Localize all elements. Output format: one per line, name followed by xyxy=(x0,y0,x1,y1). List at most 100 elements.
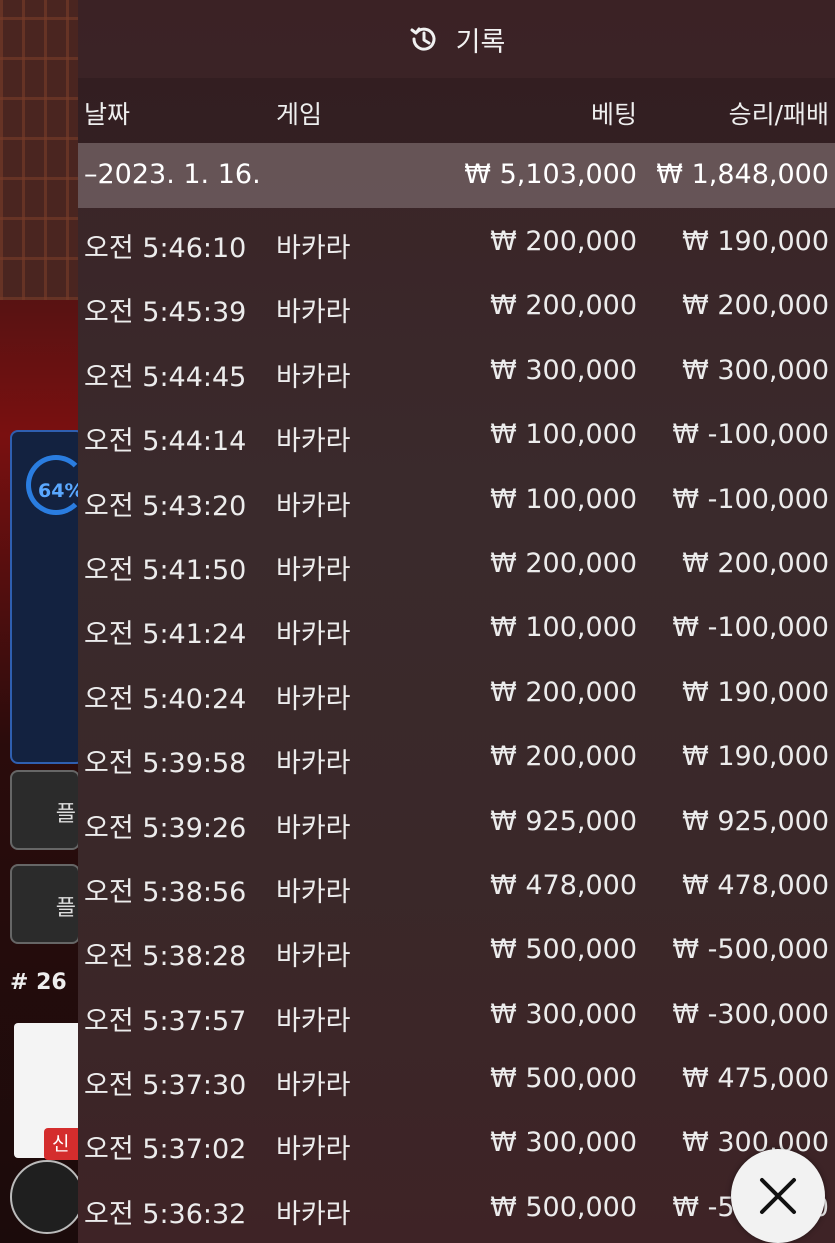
date-summary-row[interactable]: –2023. 1. 16. ₩ 5,103,000 ₩ 1,848,000 xyxy=(78,143,835,208)
progress-percent: 64% xyxy=(38,480,84,502)
side-button-2[interactable]: 플 xyxy=(10,864,80,944)
summary-result: ₩ 1,848,000 xyxy=(656,159,829,190)
row-game: 바카라 xyxy=(276,297,351,329)
row-result: ₩ 190,000 xyxy=(682,226,829,257)
chip-button[interactable] xyxy=(10,1160,84,1234)
history-row[interactable]: 오전 5:43:20 바카라 ₩ 100,000 ₩ -100,000 xyxy=(78,466,835,530)
decorative-lattice xyxy=(0,0,80,300)
history-row[interactable]: 오전 5:36:32 바카라 ₩ 500,000 ₩ -500,000 xyxy=(78,1174,835,1238)
row-game: 바카라 xyxy=(276,1198,351,1230)
row-game: 바카라 xyxy=(276,426,351,458)
row-time: 오전 5:37:02 xyxy=(84,1134,247,1166)
row-bet: ₩ 300,000 xyxy=(490,998,637,1030)
history-list: 오전 5:46:10 바카라 ₩ 200,000 ₩ 190,000 오전 5:… xyxy=(78,208,835,1238)
row-time: 오전 5:40:24 xyxy=(84,683,247,715)
row-result: ₩ 475,000 xyxy=(682,1063,829,1095)
row-game: 바카라 xyxy=(276,1005,351,1037)
history-row[interactable]: 오전 5:39:26 바카라 ₩ 925,000 ₩ 925,000 xyxy=(78,788,835,852)
history-row[interactable]: 오전 5:40:24 바카라 ₩ 200,000 ₩ 190,000 xyxy=(78,659,835,723)
history-header: 기록 xyxy=(78,0,835,78)
history-row[interactable]: 오전 5:37:57 바카라 ₩ 300,000 ₩ -300,000 xyxy=(78,981,835,1045)
row-bet: ₩ 200,000 xyxy=(490,290,637,322)
row-time: 오전 5:41:50 xyxy=(84,554,247,586)
row-time: 오전 5:37:57 xyxy=(84,1005,247,1037)
row-result: ₩ 190,000 xyxy=(682,741,829,773)
row-game: 바카라 xyxy=(276,941,351,973)
row-game: 바카라 xyxy=(276,748,351,780)
row-result: ₩ 925,000 xyxy=(682,805,829,837)
close-icon xyxy=(760,1178,796,1214)
row-bet: ₩ 300,000 xyxy=(490,1127,637,1159)
row-game: 바카라 xyxy=(276,683,351,715)
column-result: 승리/패배 xyxy=(728,100,829,129)
history-row[interactable]: 오전 5:44:14 바카라 ₩ 100,000 ₩ -100,000 xyxy=(78,401,835,465)
column-bet: 베팅 xyxy=(590,100,637,129)
row-time: 오전 5:46:10 xyxy=(84,233,247,264)
row-time: 오전 5:44:45 xyxy=(84,361,247,393)
row-game: 바카라 xyxy=(276,1070,351,1102)
row-bet: ₩ 200,000 xyxy=(490,226,637,257)
round-number: # 26 xyxy=(10,970,67,995)
history-row[interactable]: 오전 5:38:28 바카라 ₩ 500,000 ₩ -500,000 xyxy=(78,916,835,980)
history-panel: 기록 날짜 게임 베팅 승리/패배 –2023. 1. 16. ₩ 5,103,… xyxy=(78,0,835,1243)
row-game: 바카라 xyxy=(276,619,351,651)
history-row[interactable]: 오전 5:39:58 바카라 ₩ 200,000 ₩ 190,000 xyxy=(78,723,835,787)
row-bet: ₩ 200,000 xyxy=(490,547,637,579)
history-row[interactable]: 오전 5:45:39 바카라 ₩ 200,000 ₩ 200,000 xyxy=(78,272,835,336)
row-bet: ₩ 200,000 xyxy=(490,741,637,773)
side-button-1[interactable]: 플 xyxy=(10,770,80,850)
summary-bet: ₩ 5,103,000 xyxy=(464,159,637,190)
row-result: ₩ -500,000 xyxy=(672,934,829,966)
row-time: 오전 5:43:20 xyxy=(84,490,247,522)
row-bet: ₩ 100,000 xyxy=(490,612,637,644)
row-bet: ₩ 925,000 xyxy=(490,805,637,837)
game-screen: 64% 플 플 # 26 신규 기록 날짜 게임 베팅 승리/패배 –2023.… xyxy=(0,0,835,1243)
row-time: 오전 5:39:58 xyxy=(84,748,247,780)
row-bet: ₩ 500,000 xyxy=(490,1063,637,1095)
row-time: 오전 5:38:56 xyxy=(84,876,247,908)
column-game: 게임 xyxy=(276,100,323,129)
row-time: 오전 5:44:14 xyxy=(84,426,247,458)
history-row[interactable]: 오전 5:38:56 바카라 ₩ 478,000 ₩ 478,000 xyxy=(78,852,835,916)
row-bet: ₩ 100,000 xyxy=(490,419,637,451)
row-time: 오전 5:37:30 xyxy=(84,1070,247,1102)
row-result: ₩ 190,000 xyxy=(682,676,829,708)
summary-date: –2023. 1. 16. xyxy=(84,159,261,190)
row-game: 바카라 xyxy=(276,1134,351,1166)
row-time: 오전 5:41:24 xyxy=(84,619,247,651)
row-bet: ₩ 100,000 xyxy=(490,483,637,515)
row-game: 바카라 xyxy=(276,490,351,522)
row-bet: ₩ 200,000 xyxy=(490,676,637,708)
row-result: ₩ -100,000 xyxy=(672,483,829,515)
row-game: 바카라 xyxy=(276,554,351,586)
row-time: 오전 5:36:32 xyxy=(84,1198,247,1230)
history-row[interactable]: 오전 5:37:02 바카라 ₩ 300,000 ₩ 300,000 xyxy=(78,1109,835,1173)
row-result: ₩ -300,000 xyxy=(672,998,829,1030)
close-button[interactable] xyxy=(731,1149,825,1243)
row-result: ₩ 478,000 xyxy=(682,869,829,901)
row-time: 오전 5:45:39 xyxy=(84,297,247,329)
row-result: ₩ -100,000 xyxy=(672,612,829,644)
row-time: 오전 5:39:26 xyxy=(84,812,247,844)
row-time: 오전 5:38:28 xyxy=(84,941,247,973)
row-bet: ₩ 478,000 xyxy=(490,869,637,901)
table-header: 날짜 게임 베팅 승리/패배 xyxy=(78,78,835,143)
column-date: 날짜 xyxy=(84,100,131,129)
history-row[interactable]: 오전 5:46:10 바카라 ₩ 200,000 ₩ 190,000 xyxy=(78,208,835,272)
row-result: ₩ 200,000 xyxy=(682,290,829,322)
row-result: ₩ 200,000 xyxy=(682,547,829,579)
history-row[interactable]: 오전 5:41:50 바카라 ₩ 200,000 ₩ 200,000 xyxy=(78,530,835,594)
history-row[interactable]: 오전 5:37:30 바카라 ₩ 500,000 ₩ 475,000 xyxy=(78,1045,835,1109)
row-bet: ₩ 300,000 xyxy=(490,354,637,386)
history-icon xyxy=(410,27,436,51)
row-game: 바카라 xyxy=(276,812,351,844)
row-game: 바카라 xyxy=(276,361,351,393)
row-result: ₩ -100,000 xyxy=(672,419,829,451)
row-bet: ₩ 500,000 xyxy=(490,934,637,966)
row-bet: ₩ 500,000 xyxy=(490,1191,637,1223)
history-row[interactable]: 오전 5:44:45 바카라 ₩ 300,000 ₩ 300,000 xyxy=(78,337,835,401)
row-game: 바카라 xyxy=(276,233,351,264)
history-row[interactable]: 오전 5:41:24 바카라 ₩ 100,000 ₩ -100,000 xyxy=(78,594,835,658)
row-game: 바카라 xyxy=(276,876,351,908)
row-result: ₩ 300,000 xyxy=(682,354,829,386)
